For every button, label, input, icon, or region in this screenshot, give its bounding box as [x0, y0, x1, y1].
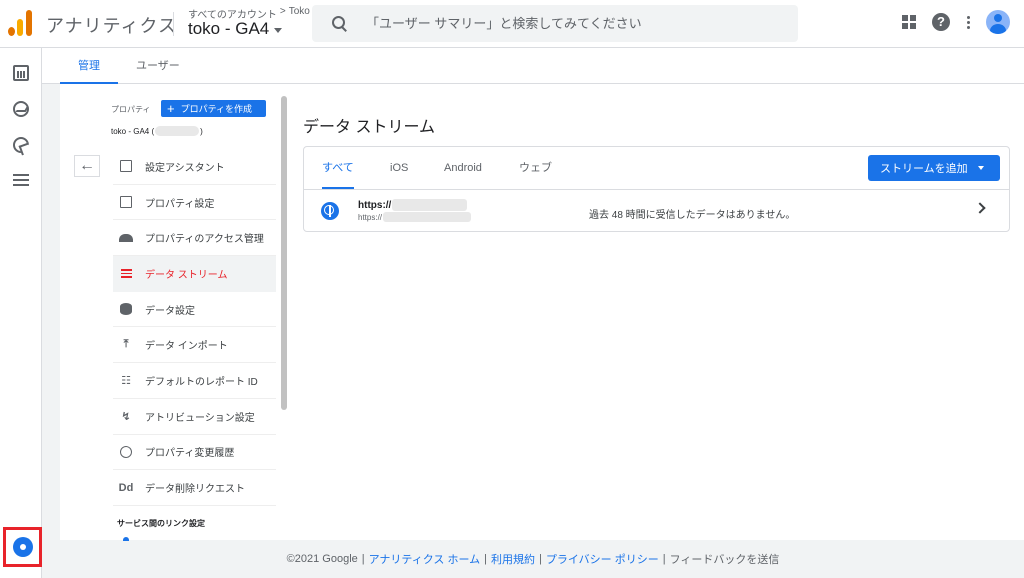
stream-url-text: https://: [358, 199, 392, 211]
nav-item-property-settings[interactable]: プロパティ設定: [113, 185, 276, 221]
footer-separator: |: [484, 553, 487, 565]
checkbox-icon: [119, 159, 133, 173]
attribution-icon: ↯: [121, 410, 131, 423]
help-icon[interactable]: ?: [932, 13, 950, 31]
apps-grid-icon[interactable]: [902, 15, 916, 29]
stream-row-url-small: https://: [358, 212, 472, 222]
nav-item-data-settings[interactable]: データ設定: [113, 292, 276, 328]
breadcrumb-account[interactable]: Toko: [289, 6, 310, 21]
id-icon: ☷: [121, 374, 131, 387]
nav-item-label: プロパティのアクセス管理: [145, 234, 264, 246]
nav-item-data-import[interactable]: ⤒ データ インポート: [113, 327, 276, 364]
data-streams-card: すべて iOS Android ウェブ ストリームを追加 https:// ht…: [303, 146, 1010, 232]
stream-row-url[interactable]: https://: [358, 199, 468, 211]
nav-scrollbar[interactable]: [281, 96, 287, 410]
explore-icon[interactable]: [13, 101, 29, 117]
tab-admin[interactable]: 管理: [60, 48, 118, 84]
property-subtitle[interactable]: toko - GA4 ( ): [111, 126, 203, 136]
account-avatar[interactable]: [986, 10, 1010, 34]
gear-icon[interactable]: [14, 539, 31, 555]
footer-separator: |: [539, 553, 542, 565]
tab-divider: [304, 189, 1009, 190]
tab-android[interactable]: Android: [444, 147, 482, 189]
footer-link-analytics-home[interactable]: アナリティクス ホーム: [369, 551, 481, 567]
people-icon: [119, 231, 133, 245]
feedback-link[interactable]: フィードバックを送信: [670, 551, 780, 567]
property-subtitle-suffix: ): [200, 126, 203, 136]
footer-link-terms[interactable]: 利用規約: [491, 551, 535, 567]
page-title: データ ストリーム: [303, 119, 435, 136]
product-links-title: サービス間のリンク設定: [117, 519, 205, 528]
nav-item-attribution-settings[interactable]: ↯ アトリビューション設定: [113, 399, 276, 435]
redacted-property-id: [155, 126, 200, 136]
header-divider: [173, 12, 174, 36]
database-icon: [119, 302, 133, 316]
property-nav-list: 設定アシスタント プロパティ設定 プロパティのアクセス管理 データ ストリーム …: [113, 149, 276, 506]
stream-url-small-text: https://: [358, 212, 383, 222]
chevron-right-icon[interactable]: [974, 202, 986, 214]
left-nav-rail: [0, 48, 42, 578]
copyright: ©2021 Google: [286, 553, 358, 565]
property-label: プロパティ: [111, 105, 151, 114]
nav-item-label: デフォルトのレポート ID: [145, 376, 258, 388]
search-bar[interactable]: [312, 5, 798, 42]
add-stream-label: ストリームを追加: [880, 163, 968, 175]
tab-user[interactable]: ユーザー: [118, 48, 198, 84]
globe-icon: [321, 202, 339, 220]
dd-icon: Dd: [118, 481, 134, 494]
redacted-url: [392, 199, 468, 211]
plus-icon: +: [167, 101, 175, 116]
nav-item-label: 設定アシスタント: [145, 162, 225, 174]
tab-ios[interactable]: iOS: [390, 147, 408, 189]
search-input[interactable]: [366, 16, 786, 31]
admin-tabbar: 管理 ユーザー: [42, 48, 1024, 84]
app-name: アナリティクス: [46, 16, 178, 36]
nav-item-label: プロパティ変更履歴: [145, 448, 235, 460]
streams-icon: [119, 266, 133, 280]
history-icon: [119, 445, 133, 459]
caret-down-icon: [274, 27, 283, 33]
nav-item-label: データ インポート: [145, 341, 228, 353]
stream-status-text: 過去 48 時間に受信したデータはありません。: [589, 210, 796, 221]
tab-all[interactable]: すべて: [322, 147, 354, 189]
footer-separator: |: [662, 553, 666, 565]
nav-item-label: データ ストリーム: [145, 269, 228, 281]
tab-web[interactable]: ウェブ: [519, 147, 552, 189]
search-icon: [332, 15, 348, 32]
back-arrow-button[interactable]: ←: [74, 155, 100, 177]
analytics-logo-icon[interactable]: [8, 10, 34, 36]
reports-icon[interactable]: [13, 65, 29, 81]
nav-item-label: プロパティ設定: [145, 198, 215, 210]
add-stream-button[interactable]: ストリームを追加: [868, 155, 1000, 181]
property-selector[interactable]: toko - GA4: [188, 19, 283, 39]
nav-item-label: アトリビューション設定: [145, 412, 255, 424]
redacted-url: [383, 212, 472, 222]
create-property-label: プロパティを作成: [180, 104, 253, 114]
footer-link-privacy[interactable]: プライバシー ポリシー: [546, 551, 659, 567]
footer: ©2021 Google | アナリティクス ホーム | 利用規約 | プライバ…: [42, 540, 1024, 578]
admin-gear-highlight[interactable]: [3, 527, 42, 567]
nav-item-change-history[interactable]: プロパティ変更履歴: [113, 435, 276, 471]
create-property-button[interactable]: + プロパティを作成: [161, 100, 266, 117]
configure-icon[interactable]: [13, 174, 29, 190]
nav-item-label: データ設定: [145, 305, 195, 317]
advertising-icon[interactable]: [13, 137, 29, 153]
nav-item-label: データ削除リクエスト: [145, 484, 245, 496]
window-icon: [119, 195, 133, 209]
nav-item-reporting-identity[interactable]: ☷ デフォルトのレポート ID: [113, 363, 276, 399]
top-bar: アナリティクス すべてのアカウント > Toko toko - GA4 ?: [0, 0, 1024, 48]
caret-down-icon: [977, 166, 984, 170]
property-name: toko - GA4: [188, 19, 270, 38]
nav-item-access-management[interactable]: プロパティのアクセス管理: [113, 220, 276, 257]
nav-item-data-deletion[interactable]: Dd データ削除リクエスト: [113, 470, 276, 506]
nav-item-data-streams[interactable]: データ ストリーム: [113, 256, 276, 292]
property-subtitle-prefix: toko - GA4 (: [111, 126, 155, 136]
header-actions: ?: [902, 10, 1010, 34]
footer-separator: |: [361, 553, 365, 565]
nav-item-setup-assistant[interactable]: 設定アシスタント: [113, 149, 276, 185]
more-vert-icon[interactable]: [966, 15, 970, 29]
upload-icon: ⤒: [123, 338, 129, 351]
